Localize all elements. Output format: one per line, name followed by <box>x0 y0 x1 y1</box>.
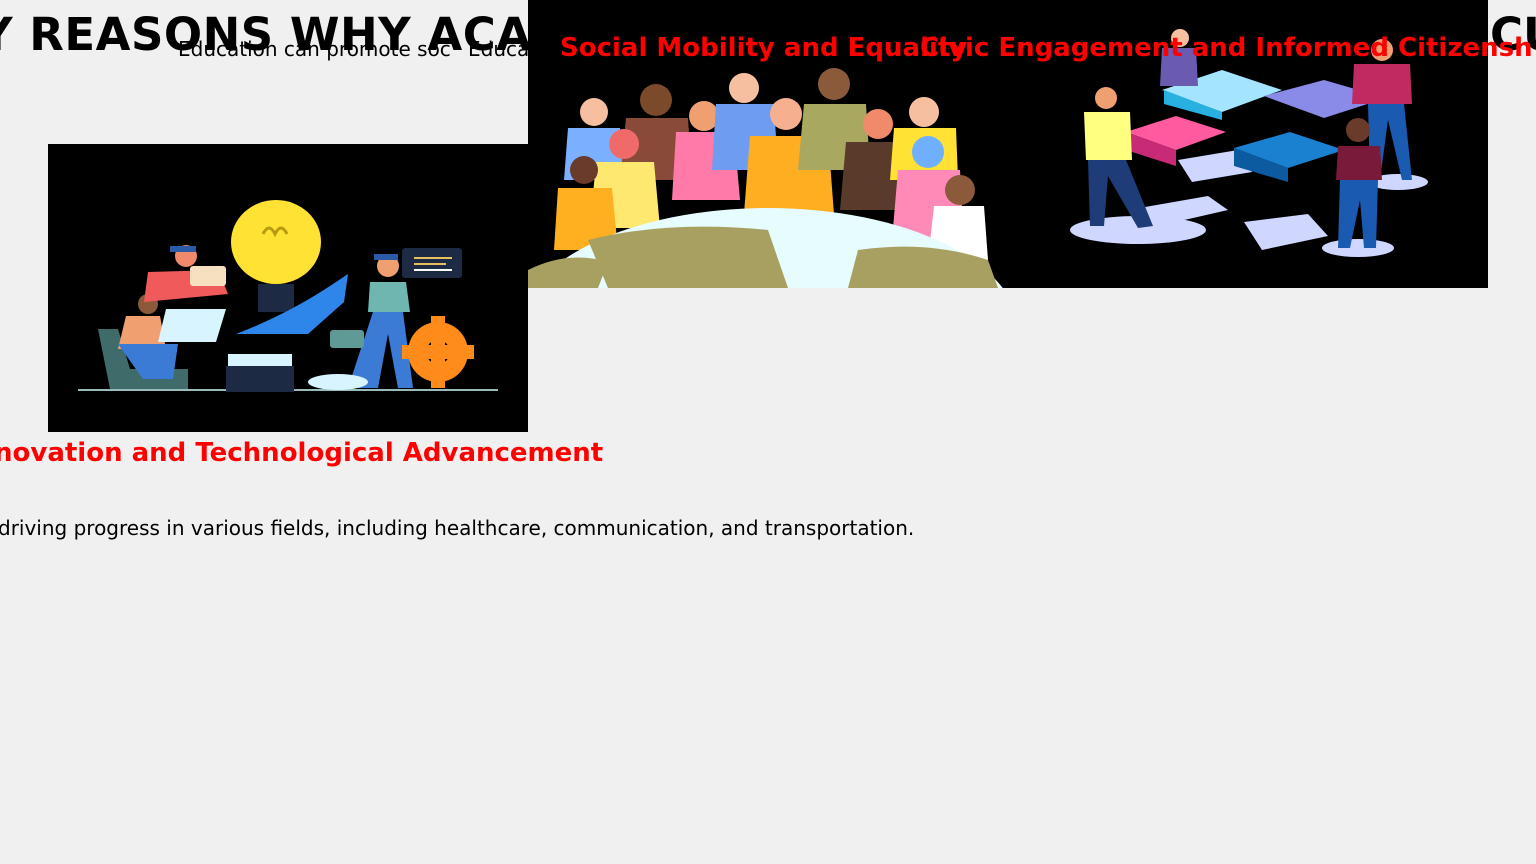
social-lead-text: Education can promote soc <box>178 37 451 61</box>
social-mobility-heading: Social Mobility and Equality <box>560 33 968 63</box>
civic-lead-text: Educa <box>468 37 530 61</box>
innovation-body-text: driving progress in various fields, incl… <box>0 516 915 540</box>
civic-engagement-heading: Civic Engagement and Informed Citizensh <box>920 33 1533 63</box>
innovation-image <box>48 144 528 432</box>
innovation-heading: novation and Technological Advancement <box>0 438 604 468</box>
